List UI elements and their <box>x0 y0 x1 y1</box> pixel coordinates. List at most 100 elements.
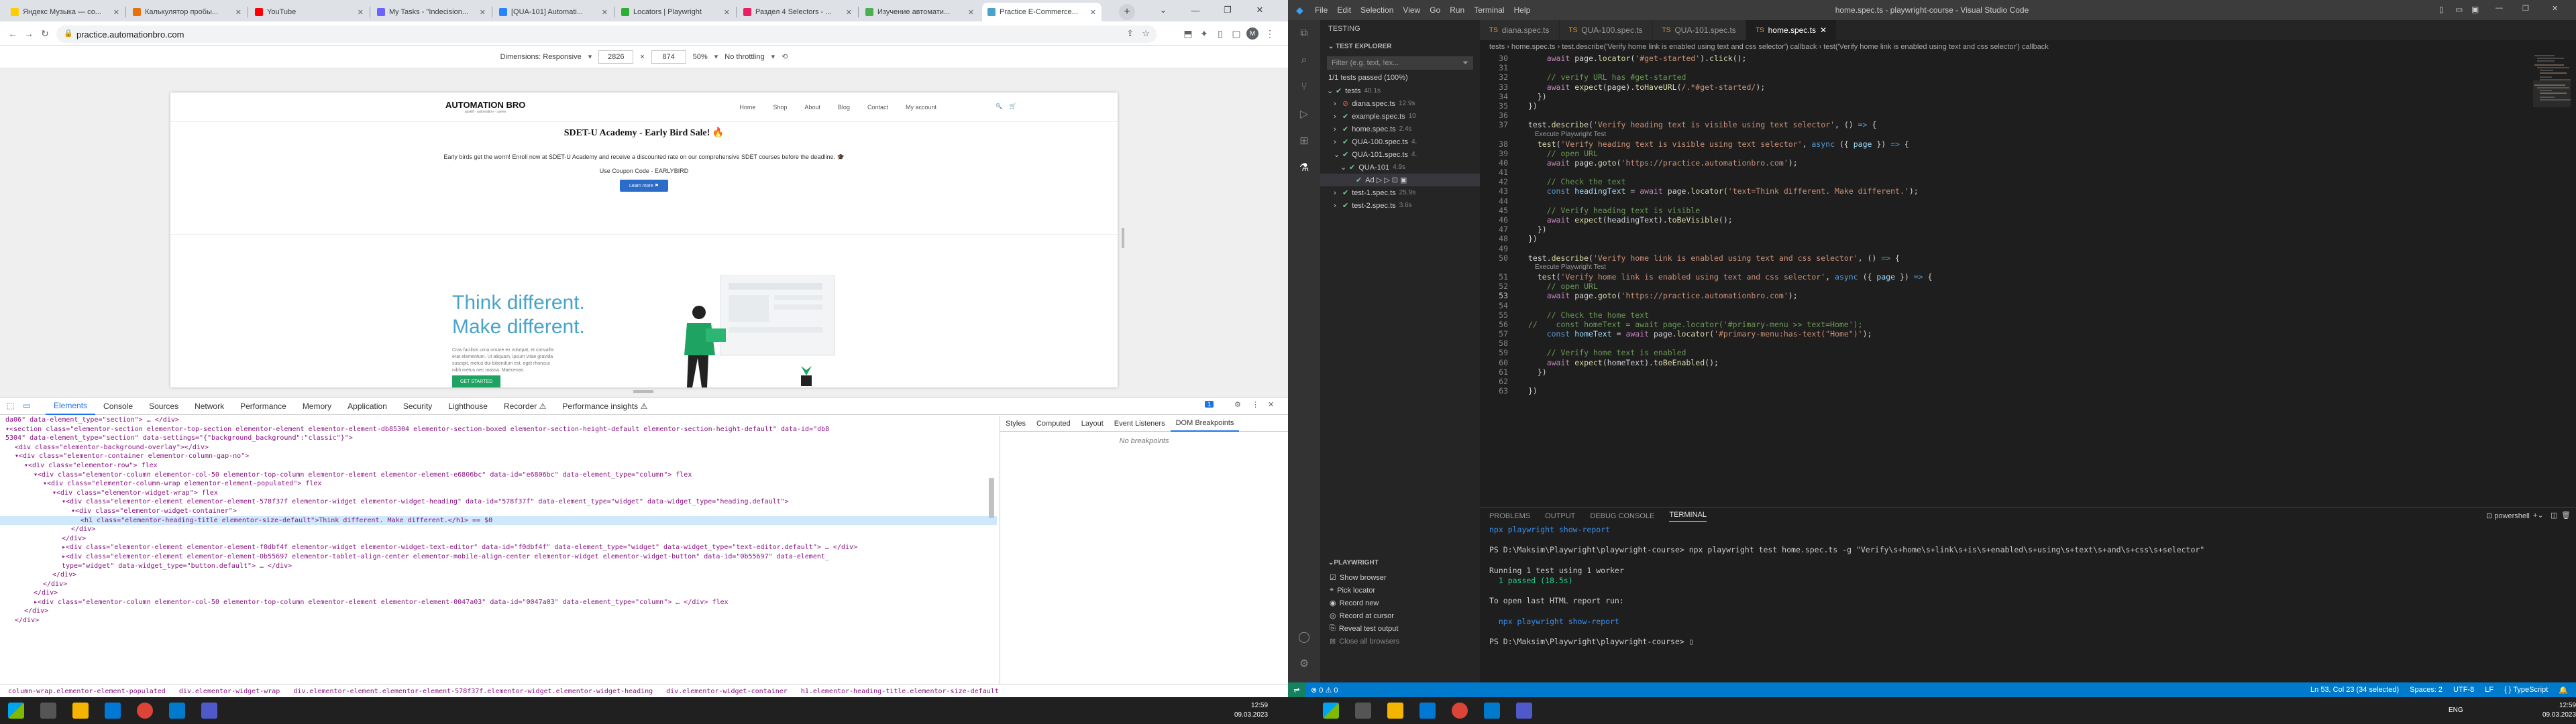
start-icon[interactable] <box>8 703 24 719</box>
dom-node-line[interactable]: da06" data-element_type="section"> … </d… <box>0 416 997 425</box>
code-line[interactable]: 52 // open URL <box>1480 282 2526 291</box>
tab-close-icon[interactable]: ✕ <box>113 8 119 17</box>
dom-node-line[interactable]: ▾<section class="elementor-section eleme… <box>0 425 997 434</box>
dom-node-line[interactable]: 5304" data-element_type="section" data-s… <box>0 434 997 443</box>
taskview-icon-2[interactable] <box>1355 703 1371 719</box>
playwright-action[interactable]: ◎ Record at cursor <box>1320 609 1480 622</box>
side-pane-tab[interactable]: Event Listeners <box>1109 420 1171 428</box>
panel-tab[interactable]: OUTPUT <box>1545 512 1575 520</box>
start-icon-2[interactable] <box>1323 703 1339 719</box>
account-icon[interactable]: ◯ <box>1297 630 1311 644</box>
maximize-button[interactable]: ❐ <box>1213 0 1242 20</box>
puzzle-icon[interactable]: ✦ <box>1198 27 1210 40</box>
manage-gear-icon[interactable]: ⚙ <box>1297 657 1311 670</box>
test-tree-item[interactable]: › ✔ test-1.spec.ts 25.9s <box>1320 186 1480 199</box>
side-pane-tab[interactable]: Computed <box>1031 420 1076 428</box>
browser-tab[interactable]: Изучение автомати... ✕ <box>860 3 979 21</box>
tab-close-icon[interactable]: ✕ <box>846 8 852 17</box>
width-input[interactable]: 2826 <box>598 50 634 64</box>
dom-node-line[interactable]: </div> <box>0 580 997 589</box>
tree-arrow-icon[interactable]: › <box>1334 100 1339 108</box>
problems-count[interactable]: ⊗ 0 ⚠ 0 <box>1311 686 1338 695</box>
test-tree-item[interactable]: › ✔ test-2.spec.ts 3.6s <box>1320 199 1480 212</box>
dom-node-line[interactable]: ▸<div class="elementor-column elementor-… <box>0 598 997 607</box>
elements-tree[interactable]: da06" data-element_type="section"> … </d… <box>0 416 997 684</box>
browser-tab[interactable]: Яндекс Музыка — со... ✕ <box>5 3 125 21</box>
site-nav-link[interactable]: About <box>804 104 820 111</box>
vscode-close-button[interactable]: ✕ <box>2552 4 2558 13</box>
dom-node-line[interactable]: ▾<div class="elementor-widget-container"… <box>0 507 997 516</box>
dom-node-line[interactable]: </div> <box>0 589 997 598</box>
site-nav-link[interactable]: Contact <box>867 104 888 111</box>
show-browser-checkbox[interactable]: ☑ <box>1330 573 1336 582</box>
clock-right[interactable]: 12:59 09.03.2023 <box>2542 701 2576 720</box>
dom-node-line[interactable]: ▾<div class="elementor-widget-wrap"> fle… <box>0 489 997 498</box>
code-line[interactable]: 43 const headingText = await page.locato… <box>1480 186 2526 196</box>
test-tree-item[interactable]: ⌄ ✔ QUA-101 4.9s <box>1320 161 1480 174</box>
tree-arrow-icon[interactable]: › <box>1334 138 1339 146</box>
device-toggle-icon[interactable]: ▭ <box>23 401 30 410</box>
site-nav-link[interactable]: Home <box>739 104 755 111</box>
code-line[interactable]: 57 const homeText = await page.locator('… <box>1480 329 2526 339</box>
explorer-icon[interactable]: ⧉ <box>1297 27 1311 40</box>
code-line[interactable]: 54 <box>1480 301 2526 310</box>
panel-tab[interactable]: TERMINAL <box>1669 511 1707 522</box>
store-icon[interactable] <box>105 703 121 719</box>
browser-tab[interactable]: Калькулятор пробы... ✕ <box>127 3 247 21</box>
site-search-icon[interactable]: 🔍 <box>996 103 1002 109</box>
editor-tab-close-icon[interactable]: ✕ <box>1820 25 1827 35</box>
clock-left[interactable]: 12:59 09.03.2023 <box>1234 701 1268 720</box>
resize-handle-bottom[interactable] <box>633 390 653 393</box>
dom-node-line[interactable]: ▸<div class="elementor-element elementor… <box>0 552 997 562</box>
extensions-icon[interactable]: ⬒ <box>1182 27 1194 40</box>
devtools-tab[interactable]: Performance insights ⚠ <box>554 398 655 415</box>
status-item[interactable]: Ln 53, Col 23 (34 selected) <box>2310 686 2399 695</box>
bookmark-star-icon[interactable]: ☆ <box>1142 28 1150 39</box>
filter-icon[interactable]: ⏷ <box>1462 59 1468 68</box>
status-item[interactable]: 🔔 <box>2559 686 2568 695</box>
code-line[interactable]: 32 // verify URL has #get-started <box>1480 72 2526 82</box>
code-line[interactable]: 35}) <box>1480 101 2526 111</box>
tree-arrow-icon[interactable]: › <box>1334 125 1339 133</box>
taskview-icon[interactable] <box>40 703 56 719</box>
test-tree-item[interactable]: › ⊘ diana.spec.ts 12.9s <box>1320 97 1480 110</box>
dimensions-select[interactable]: Dimensions: Responsive <box>500 53 582 61</box>
test-tree-item[interactable]: ⌄ ✔ tests 40.1s <box>1320 84 1480 97</box>
layout-customize-icon[interactable]: ▣ <box>2471 5 2479 14</box>
dom-node-line[interactable]: ▾<div class="elementor-column-wrap eleme… <box>0 479 997 489</box>
teams-icon-2[interactable] <box>1516 703 1532 719</box>
minimize-button[interactable]: — <box>1181 0 1210 20</box>
testing-icon[interactable]: ⚗ <box>1297 161 1311 174</box>
terminal-output[interactable]: npx playwright show-report PS D:\Maksim\P… <box>1480 525 2576 647</box>
editor-tab[interactable]: TS home.spec.ts ✕ <box>1746 20 1837 40</box>
sidepanel-icon[interactable]: ▯ <box>1214 27 1226 40</box>
vscode-minimize-button[interactable]: — <box>2496 4 2503 12</box>
rotate-icon[interactable]: ⟲ <box>782 52 788 61</box>
side-pane-tab[interactable]: Layout <box>1076 420 1109 428</box>
dom-node-line[interactable]: </div> <box>0 570 997 580</box>
code-line[interactable]: 41 <box>1480 168 2526 177</box>
code-line[interactable]: 62 <box>1480 377 2526 386</box>
source-control-icon[interactable]: ⑂ <box>1297 80 1311 94</box>
extensions-icon[interactable]: ⊞ <box>1297 134 1311 147</box>
devtools-tab[interactable]: Security <box>395 398 440 415</box>
codelens-link[interactable]: Execute Playwright Test <box>1480 130 2526 139</box>
window-icon[interactable]: ▢ <box>1230 27 1242 40</box>
devtools-tab[interactable]: Memory <box>294 398 339 415</box>
browser-tab[interactable]: YouTube ✕ <box>250 3 369 21</box>
dom-node-line[interactable]: ▸<div class="elementor-element elementor… <box>0 543 997 552</box>
playwright-action[interactable]: ◉ Record new <box>1320 597 1480 609</box>
file-explorer-icon-2[interactable] <box>1387 703 1403 719</box>
new-tab-button[interactable]: + <box>1119 4 1135 20</box>
code-line[interactable]: 60 await expect(homeText).toBeEnabled(); <box>1480 358 2526 367</box>
back-icon[interactable]: ← <box>7 27 19 40</box>
playwright-action[interactable]: ⌖ Pick locator <box>1320 584 1480 597</box>
code-line[interactable]: 53 await page.goto('https://practice.aut… <box>1480 291 2526 300</box>
tree-arrow-icon[interactable]: ⌄ <box>1327 86 1333 95</box>
dom-node-line[interactable]: ▾<div class="elementor-element elementor… <box>0 497 997 507</box>
forward-icon[interactable]: → <box>23 27 35 40</box>
code-line[interactable]: 39 // open URL <box>1480 149 2526 158</box>
cart-icon[interactable]: 🛒 <box>1009 103 1016 110</box>
code-line[interactable]: 46 await expect(headingText).toBeVisible… <box>1480 215 2526 225</box>
elements-scrollbar[interactable] <box>989 478 994 518</box>
